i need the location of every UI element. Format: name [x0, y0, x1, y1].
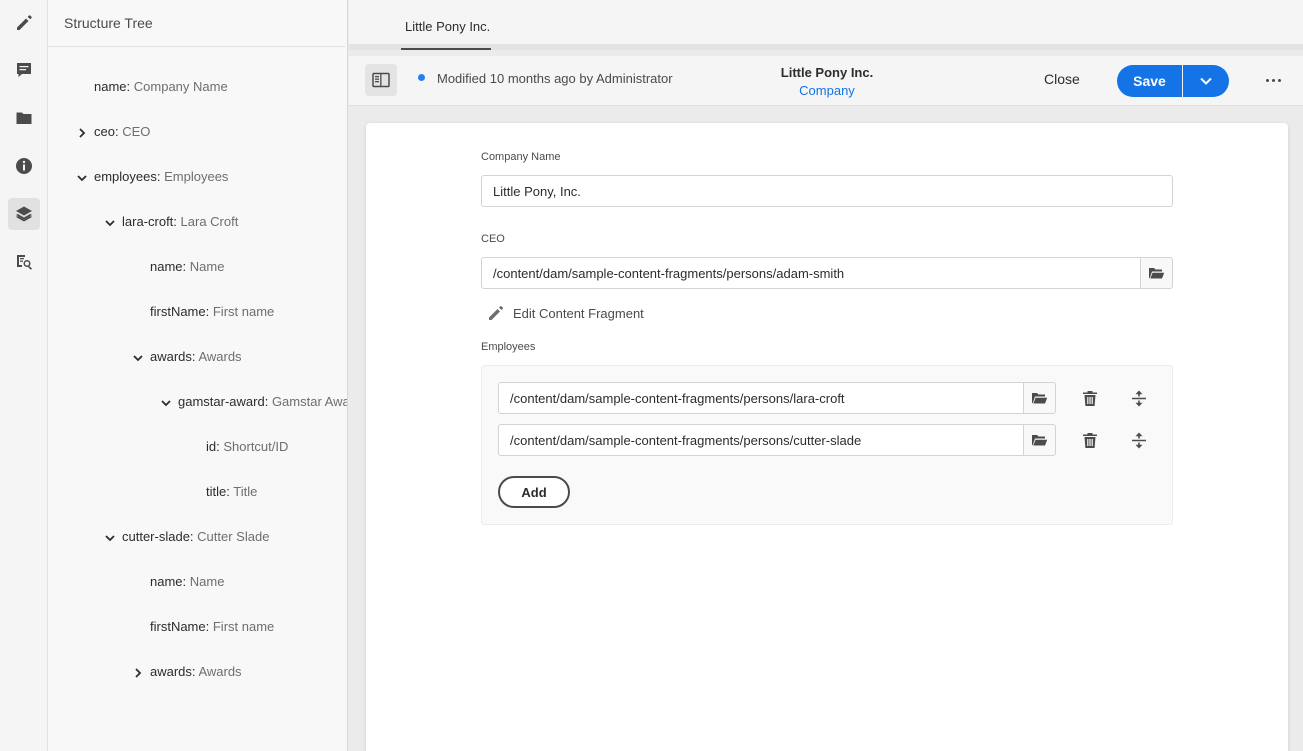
side-panel-icon [372, 72, 390, 88]
ceo-browse-button[interactable] [1140, 257, 1173, 289]
edit-content-fragment-link[interactable]: Edit Content Fragment [488, 305, 644, 321]
close-button[interactable]: Close [1044, 71, 1080, 87]
tree-node-id[interactable]: id: Shortcut/ID [206, 439, 288, 454]
fragment-model-link[interactable]: Company [749, 83, 905, 98]
save-button[interactable]: Save [1117, 65, 1182, 97]
inspect-icon[interactable] [8, 246, 40, 278]
chevron-down-icon[interactable] [161, 396, 171, 407]
employee-path-input[interactable]: /content/dam/sample-content-fragments/pe… [498, 382, 1024, 414]
toggle-side-panel-button[interactable] [365, 64, 397, 96]
reorder-employee-handle[interactable] [1127, 428, 1151, 452]
editor-form: Company Name Little Pony, Inc. CEO /cont… [366, 123, 1288, 751]
company-name-label: Company Name [481, 151, 561, 163]
chevron-right-icon[interactable] [77, 126, 87, 138]
trash-icon [1083, 390, 1097, 406]
structure-tree-title: Structure Tree [64, 15, 153, 31]
folder-open-icon [1032, 435, 1048, 446]
move-vertical-icon [1132, 432, 1146, 448]
tree-node-firstname[interactable]: firstName: First name [150, 304, 274, 319]
tree-node-name[interactable]: name: Company Name [94, 79, 228, 94]
chevron-down-icon[interactable] [133, 351, 143, 362]
more-actions-button[interactable] [1261, 70, 1285, 90]
add-employee-button[interactable]: Add [498, 476, 570, 508]
folder-open-icon [1032, 393, 1048, 404]
delete-employee-button[interactable] [1078, 428, 1102, 452]
tree-node-cutter-slade[interactable]: cutter-slade: Cutter Slade [122, 529, 269, 544]
employees-multifield: /content/dam/sample-content-fragments/pe… [481, 365, 1173, 525]
tab-selected-indicator [401, 48, 491, 50]
pencil-icon[interactable] [8, 7, 40, 39]
edit-content-fragment-label: Edit Content Fragment [513, 305, 644, 321]
side-rail [0, 0, 48, 751]
tree-node-awards[interactable]: awards: Awards [150, 664, 242, 679]
company-name-input[interactable]: Little Pony, Inc. [481, 175, 1173, 207]
tab-little-pony[interactable]: Little Pony Inc. [405, 19, 490, 34]
structure-tree-panel: Structure Tree name: Company Name ceo: C… [48, 0, 348, 751]
info-icon[interactable] [8, 150, 40, 182]
employees-label: Employees [481, 341, 536, 353]
reorder-employee-handle[interactable] [1127, 386, 1151, 410]
delete-employee-button[interactable] [1078, 386, 1102, 410]
tree-node-title[interactable]: title: Title [206, 484, 257, 499]
tree-node-firstname[interactable]: firstName: First name [150, 619, 274, 634]
chevron-down-icon[interactable] [77, 171, 87, 182]
chevron-down-icon [1200, 77, 1212, 85]
layers-icon[interactable] [8, 198, 40, 230]
save-options-button[interactable] [1183, 65, 1229, 97]
fragment-title: Little Pony Inc. [780, 65, 874, 80]
comment-icon[interactable] [8, 54, 40, 86]
pencil-icon [489, 305, 504, 320]
folder-icon[interactable] [8, 102, 40, 134]
tree-node-lara-croft[interactable]: lara-croft: Lara Croft [122, 214, 238, 229]
trash-icon [1083, 432, 1097, 448]
editor-toolbar: Modified 10 months ago by Administrator … [349, 56, 1303, 106]
tree-node-name[interactable]: name: Name [150, 574, 224, 589]
tree-node-employees[interactable]: employees: Employees [94, 169, 228, 184]
ceo-path-input[interactable]: /content/dam/sample-content-fragments/pe… [481, 257, 1141, 289]
tree-node-name[interactable]: name: Name [150, 259, 224, 274]
tab-bar: Little Pony Inc. [349, 0, 1303, 50]
tree-node-gamstar-award[interactable]: gamstar-award: Gamstar Award [178, 394, 347, 409]
employee-path-input[interactable]: /content/dam/sample-content-fragments/pe… [498, 424, 1024, 456]
move-vertical-icon [1132, 390, 1146, 406]
modified-status: Modified 10 months ago by Administrator [437, 71, 673, 86]
tree-node-awards[interactable]: awards: Awards [150, 349, 242, 364]
chevron-right-icon[interactable] [133, 666, 143, 678]
chevron-down-icon[interactable] [105, 216, 115, 227]
ceo-label: CEO [481, 233, 505, 245]
folder-open-icon [1149, 268, 1165, 279]
status-dot [418, 74, 425, 81]
chevron-down-icon[interactable] [105, 531, 115, 542]
employee-browse-button[interactable] [1023, 382, 1056, 414]
tree-node-ceo[interactable]: ceo: CEO [94, 124, 150, 139]
divider [48, 46, 345, 47]
employee-browse-button[interactable] [1023, 424, 1056, 456]
